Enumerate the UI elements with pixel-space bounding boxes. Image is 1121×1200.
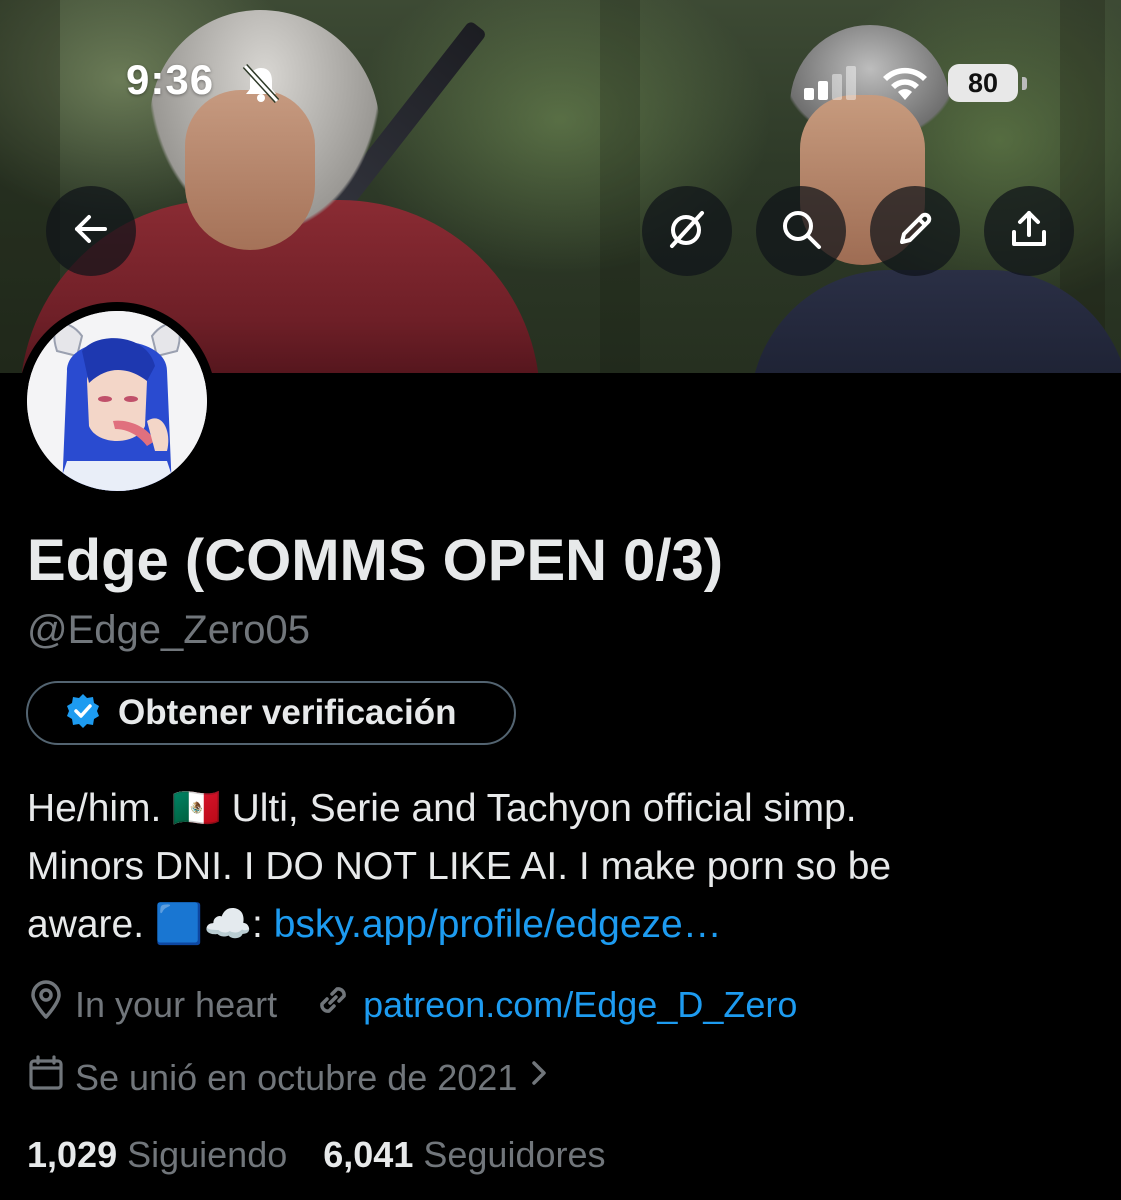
- back-arrow-icon: [71, 209, 111, 254]
- bio: He/him. 🇲🇽 Ulti, Serie and Tachyon offic…: [27, 780, 1087, 954]
- share-button[interactable]: [984, 186, 1074, 276]
- location-pin-icon: [27, 980, 65, 1029]
- location: In your heart: [27, 980, 277, 1029]
- get-verified-button[interactable]: Obtener verificación: [26, 681, 516, 745]
- joined: Se unió en octubre de 2021: [27, 1054, 551, 1101]
- handle: @Edge_Zero05: [27, 608, 311, 652]
- avatar[interactable]: [18, 302, 216, 500]
- chevron-right-icon: [527, 1056, 551, 1099]
- following-label: Siguiendo: [127, 1134, 288, 1175]
- avatar-image: [27, 311, 207, 491]
- bell-slash-icon: [240, 63, 282, 108]
- battery-icon: 80: [948, 64, 1018, 102]
- battery-level: 80: [967, 67, 999, 98]
- bio-line: He/him. 🇲🇽 Ulti, Serie and Tachyon offic…: [27, 787, 857, 830]
- cellular-signal-icon: [804, 66, 860, 105]
- calendar-icon: [27, 1054, 65, 1101]
- website: patreon.com/Edge_D_Zero: [313, 980, 797, 1029]
- following-count: 1,029: [27, 1134, 118, 1175]
- profile-meta-row: In your heart patreon.com/Edge_D_Zero: [27, 980, 797, 1029]
- verified-badge-icon: [64, 692, 102, 735]
- grok-icon: [666, 208, 708, 255]
- display-name: Edge (COMMS OPEN 0/3): [27, 528, 724, 593]
- following-stat[interactable]: 1,029 Siguiendo: [27, 1134, 287, 1175]
- back-button[interactable]: [46, 186, 136, 276]
- followers-count: 6,041: [323, 1134, 414, 1175]
- pencil-icon: [894, 208, 936, 255]
- link-icon: [313, 980, 353, 1029]
- status-time: 9:36: [126, 56, 215, 103]
- search-button[interactable]: [756, 186, 846, 276]
- edit-button[interactable]: [870, 186, 960, 276]
- banner-tree: [600, 0, 640, 373]
- location-text: In your heart: [75, 983, 278, 1025]
- followers-stat[interactable]: 6,041 Seguidores: [323, 1134, 605, 1175]
- joined-text: Se unió en octubre de 2021: [75, 1056, 518, 1098]
- search-icon: [779, 207, 823, 256]
- share-icon: [1008, 208, 1050, 255]
- banner-figure-left-face: [185, 90, 315, 250]
- get-verified-label: Obtener verificación: [118, 693, 457, 732]
- website-link[interactable]: patreon.com/Edge_D_Zero: [363, 984, 797, 1026]
- joined-row[interactable]: Se unió en octubre de 2021: [27, 1054, 551, 1101]
- battery-tip: [1022, 77, 1027, 90]
- wifi-icon: [880, 64, 930, 107]
- bio-line: aware. 🟦☁️: bsky.app/profile/edgeze…: [27, 896, 1087, 954]
- bio-text: aware. 🟦☁️:: [27, 903, 274, 946]
- bio-line: Minors DNI. I DO NOT LIKE AI. I make por…: [27, 845, 892, 888]
- followers-label: Seguidores: [423, 1134, 606, 1175]
- grok-button[interactable]: [642, 186, 732, 276]
- follow-stats: 1,029 Siguiendo 6,041 Seguidores: [27, 1134, 606, 1176]
- bio-bluesky-link[interactable]: bsky.app/profile/edgeze…: [274, 903, 722, 946]
